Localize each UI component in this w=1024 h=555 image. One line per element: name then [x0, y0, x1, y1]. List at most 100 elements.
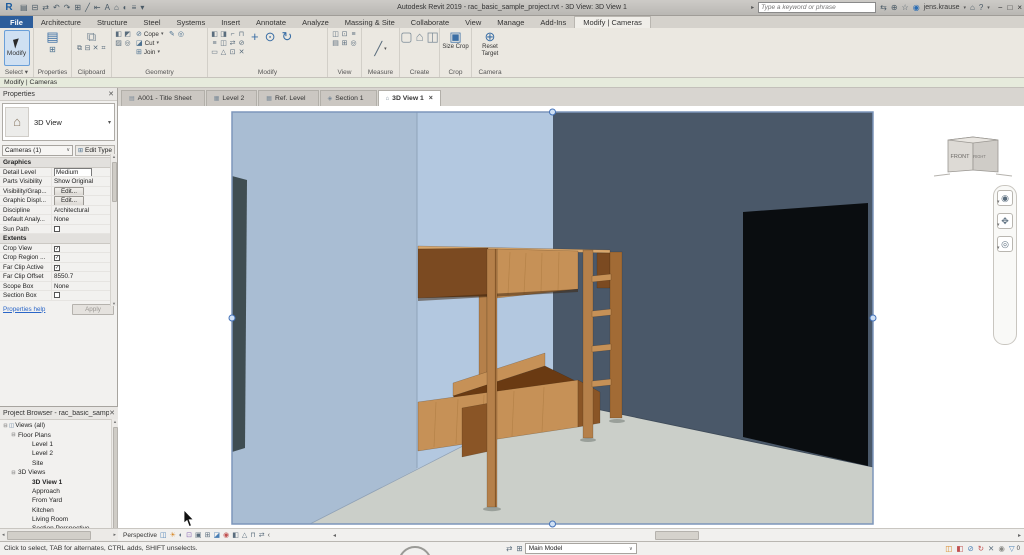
status-right-icon[interactable]: ◉: [998, 544, 1005, 553]
panel-label-view[interactable]: View: [328, 69, 361, 76]
window-control-button[interactable]: −: [998, 3, 1003, 12]
panel-label-geometry[interactable]: Geometry: [112, 69, 207, 76]
view-tab[interactable]: ▤ A001 - Title Sheet: [121, 90, 205, 106]
modify-tool-icon[interactable]: ◨: [219, 30, 228, 39]
tree-item[interactable]: 3D View 1: [0, 477, 118, 486]
dropdown-caret-icon[interactable]: ▾: [161, 31, 164, 37]
view-tool-icon[interactable]: ▤: [331, 39, 340, 48]
view-tab-close-icon[interactable]: ×: [429, 95, 433, 102]
status-right-icon[interactable]: ⊘: [967, 544, 973, 553]
geometry-tool[interactable]: ⊘ Cope ▾: [136, 30, 164, 39]
property-value[interactable]: [52, 291, 117, 300]
property-value[interactable]: Edit...: [52, 186, 117, 195]
view-control-icon[interactable]: ☀: [170, 531, 176, 539]
properties-close-icon[interactable]: ✕: [108, 90, 114, 98]
ribbon-tab[interactable]: View: [457, 16, 489, 28]
view-tab[interactable]: ▦ Ref. Level: [258, 90, 319, 106]
modify-tool-icon[interactable]: ◫: [219, 39, 228, 48]
ribbon-tab[interactable]: File: [0, 16, 33, 28]
qat-icon[interactable]: A: [105, 3, 110, 12]
measure-tool-icon[interactable]: ╱: [374, 41, 382, 56]
status-left-icon[interactable]: ⊞: [516, 544, 522, 553]
clipboard-icon[interactable]: ⧉: [76, 44, 84, 53]
ribbon-tab[interactable]: Architecture: [33, 16, 89, 28]
panel-label-measure[interactable]: Measure: [362, 69, 399, 76]
qat-icon[interactable]: ⇤: [94, 3, 101, 12]
tree-item[interactable]: Level 2: [0, 449, 118, 458]
create-tool-icon[interactable]: ▢: [400, 30, 412, 44]
tree-item[interactable]: ⊟ ◫ Views (all): [0, 421, 118, 430]
help-search-input[interactable]: [758, 2, 877, 13]
view-control-icon[interactable]: △: [242, 531, 247, 539]
view-tool-icon[interactable]: ◫: [331, 30, 340, 39]
ribbon-tab[interactable]: Add-Ins: [532, 16, 574, 28]
qat-icon[interactable]: ⌂: [114, 3, 119, 12]
ribbon-tab[interactable]: Analyze: [294, 16, 337, 28]
family-types-icon[interactable]: ⊞: [49, 45, 56, 54]
view-control-icon[interactable]: ◪: [213, 531, 220, 539]
geometry-tool[interactable]: ⊞ Join ▾: [136, 48, 163, 57]
modify-tool-icon[interactable]: ⌐: [228, 30, 237, 39]
section-header-graphics[interactable]: Graphics▲: [0, 158, 117, 168]
type-selector[interactable]: ⌂ 3D View ▾: [2, 103, 115, 141]
project-browser-hscrollbar[interactable]: ◂ ▸: [0, 528, 118, 541]
search-expand-icon[interactable]: ▸: [751, 4, 754, 11]
paste-icon[interactable]: ⧉: [87, 30, 96, 44]
project-browser-close-icon[interactable]: ✕: [109, 409, 115, 417]
property-value[interactable]: ✓: [52, 253, 117, 262]
modify-big-icon[interactable]: +: [251, 30, 259, 44]
ribbon-tab[interactable]: Annotate: [248, 16, 294, 28]
create-tool-icon[interactable]: ◫: [426, 30, 438, 44]
tree-twisty-icon[interactable]: ⊟: [2, 423, 9, 429]
status-right-icon[interactable]: ◫: [945, 544, 952, 553]
qat-icon[interactable]: ⊟: [32, 3, 39, 12]
tree-twisty-icon[interactable]: ⊟: [10, 432, 17, 438]
view-control-icon[interactable]: ⊓: [250, 531, 255, 539]
view-control-icon[interactable]: ‹: [268, 532, 270, 539]
qat-icon[interactable]: ≡: [132, 3, 137, 12]
property-value[interactable]: Architectural: [52, 206, 117, 215]
size-crop-button[interactable]: ▣ Size Crop: [442, 30, 468, 51]
tree-twisty-icon[interactable]: ⊟: [10, 470, 17, 476]
property-value[interactable]: ✓: [52, 263, 117, 272]
qat-icon[interactable]: ↶: [53, 3, 60, 12]
canvas-hscrollbar[interactable]: ◂ ▸: [330, 528, 1024, 541]
ribbon-tab[interactable]: Insert: [213, 16, 248, 28]
tree-item[interactable]: Living Room: [0, 515, 118, 524]
tree-item[interactable]: Site: [0, 459, 118, 468]
property-value[interactable]: 8550.7: [52, 272, 117, 281]
panel-label-modify[interactable]: Modify: [208, 69, 327, 76]
tree-item[interactable]: Level 1: [0, 440, 118, 449]
view-control-icon[interactable]: ◧: [232, 531, 239, 539]
qat-icon[interactable]: ▤: [20, 3, 28, 12]
modify-tool-icon[interactable]: ▭: [210, 48, 219, 57]
app-store-icon[interactable]: ⌂: [970, 3, 975, 12]
properties-scrollbar[interactable]: ▲ ▼: [110, 154, 117, 306]
dropdown-caret-icon[interactable]: ▾: [156, 40, 159, 46]
help-icon[interactable]: ?: [979, 3, 983, 12]
ribbon-tab[interactable]: Steel: [135, 16, 168, 28]
view-control-icon[interactable]: ◉: [223, 531, 229, 539]
signed-in-user[interactable]: jens.krause: [924, 4, 960, 11]
reset-target-button[interactable]: ⊕ Reset Target: [474, 30, 506, 57]
clipboard-icon[interactable]: ✕: [92, 44, 100, 53]
view-tool-icon[interactable]: ⊞: [340, 39, 349, 48]
status-right-icon[interactable]: ✕: [988, 544, 994, 553]
qat-icon[interactable]: ↷: [64, 3, 71, 12]
ribbon-tab[interactable]: Massing & Site: [337, 16, 403, 28]
modify-tool-icon[interactable]: ◧: [210, 30, 219, 39]
drawing-area[interactable]: [118, 106, 1024, 528]
clipboard-icon[interactable]: ⌗: [100, 44, 108, 53]
tree-item[interactable]: Kitchen: [0, 506, 118, 515]
qat-icon[interactable]: ◐: [123, 3, 128, 12]
titlebar-icon[interactable]: ☆: [902, 3, 909, 12]
ribbon-tab[interactable]: Modify | Cameras: [574, 16, 651, 28]
paint-icon[interactable]: ✎: [167, 30, 176, 39]
ribbon-tab[interactable]: Collaborate: [403, 16, 457, 28]
panel-label-select[interactable]: Select ▾: [0, 68, 33, 76]
modify-tool-icon[interactable]: ⇄: [228, 39, 237, 48]
panel-label-clipboard[interactable]: Clipboard: [72, 69, 111, 76]
qat-icon[interactable]: ⇄: [42, 3, 49, 12]
navigation-bar[interactable]: ◉ ▾ ✥ ▾ ◎ ▾: [993, 185, 1017, 345]
revit-app-icon[interactable]: R: [2, 1, 16, 15]
